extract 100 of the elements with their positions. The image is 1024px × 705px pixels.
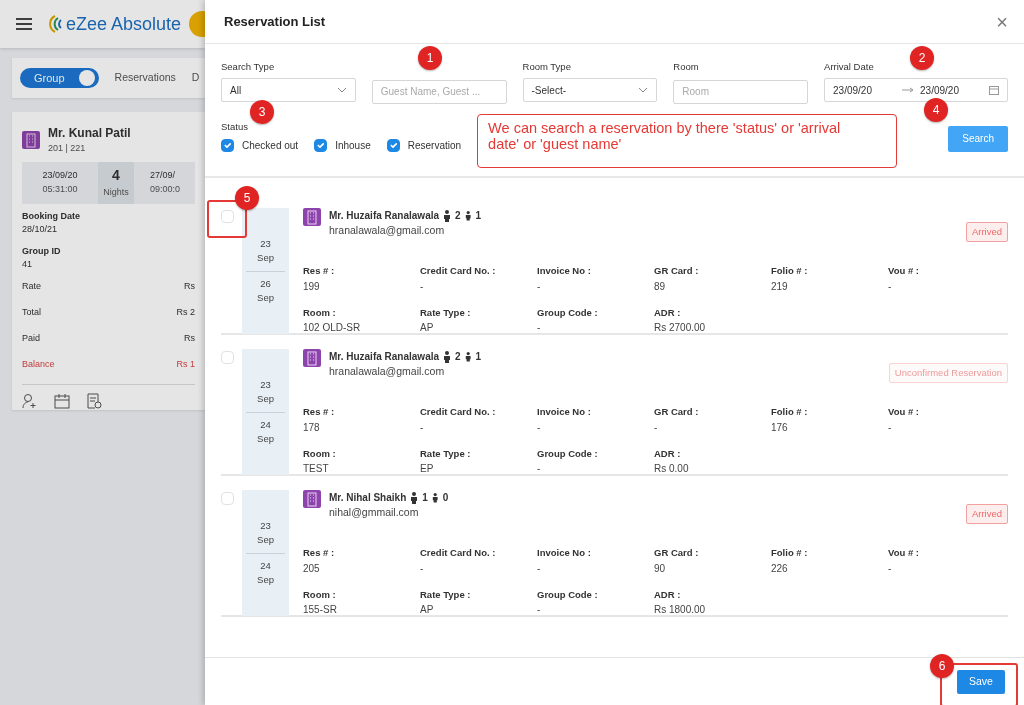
guest-name: Mr. Nihal Shaikh [329, 491, 407, 505]
child-count: 1 [475, 209, 482, 223]
adult-count: 1 [422, 491, 428, 505]
field-value: 90 [654, 561, 667, 576]
guest-name: Mr. Huzaifa Ranalawala [329, 209, 440, 223]
save-button[interactable]: Save [957, 669, 1005, 694]
field-label: Invoice No : [537, 264, 592, 279]
group-toggle[interactable]: Group [20, 67, 99, 89]
amount-value: Rs [184, 331, 195, 345]
field-label: GR Card : [654, 546, 700, 561]
marker-badge: 3 [250, 100, 274, 124]
field-label: Res # : [303, 546, 336, 561]
nights-label: Nights [103, 186, 129, 200]
checkbox-label: Checked out [242, 138, 299, 153]
child-count: 1 [475, 350, 482, 364]
field-label: Status [221, 119, 249, 134]
dropdown[interactable]: All [221, 78, 356, 102]
checkbox-label: Reservation [407, 138, 462, 153]
annotation-note: We can search a reservation by there 'status' or 'arrival date' or 'guest name' [477, 113, 898, 168]
status-badge: Unconfirmed Reservation [888, 363, 1008, 384]
dropdown[interactable]: -Select- [522, 78, 658, 102]
input-field[interactable]: Room [673, 79, 809, 104]
field-value: 178 [303, 420, 321, 435]
amount-label: Rate [22, 279, 41, 293]
marker-badge: 4 [924, 98, 948, 122]
field-label: Room : [303, 305, 337, 320]
field-label: Credit Card No. : [420, 264, 497, 279]
field-label: GR Card : [654, 405, 700, 420]
nights-count: 4 [112, 166, 120, 186]
amount-label: Total [22, 305, 41, 319]
field-value: - [654, 420, 659, 435]
guest-name: Mr. Huzaifa Ranalawala [329, 350, 440, 364]
field-value: - [888, 279, 893, 294]
marker-badge: 6 [930, 654, 954, 678]
guest-email: hranalawala@gmail.com [329, 223, 446, 238]
departure-date: 27/09/ [150, 169, 177, 182]
month-text: Sep [256, 533, 275, 548]
field-value: - [888, 561, 893, 576]
field-label: Res # : [303, 405, 336, 420]
tab[interactable]: D [191, 70, 200, 86]
field-label: Arrival Date [824, 60, 875, 74]
field-value: Rs 0.00 [654, 461, 690, 476]
field-value: - [537, 420, 542, 435]
guest-name: Mr. Kunal Patil [48, 125, 131, 142]
field-label: GR Card : [654, 264, 700, 279]
month-text: Sep [256, 392, 275, 407]
field-value: - [420, 279, 425, 294]
field-value: - [420, 561, 425, 576]
field-label: Room [673, 60, 700, 74]
field-label: Folio # : [771, 405, 809, 420]
adult-count: 2 [455, 209, 461, 223]
guest-email: hranalawala@gmail.com [329, 364, 446, 379]
field-value: 176 [771, 420, 789, 435]
field-label: Search Type [221, 60, 276, 74]
field-label: Rate Type : [420, 305, 472, 320]
app-title: eZee Absolute [66, 12, 182, 36]
close-button[interactable]: × [996, 11, 1008, 32]
field-label: Booking Date [22, 209, 81, 223]
field-value: 28/10/21 [22, 223, 59, 236]
checkbox-label: Inhouse [335, 138, 371, 153]
field-label: ADR : [654, 446, 682, 461]
field-value: 226 [771, 561, 789, 576]
adult-count: 2 [455, 350, 461, 364]
field-label: Room Type [522, 60, 572, 74]
marker-badge: 1 [418, 46, 442, 70]
arrival-date: 23/09/20 [42, 169, 78, 182]
field-value: - [888, 420, 893, 435]
day-text: 24 [259, 558, 272, 573]
field-label: Group Code : [537, 305, 599, 320]
status-badge: Arrived [965, 504, 1008, 525]
child-count: 0 [442, 491, 449, 505]
field-value: 102 OLD-SR [303, 320, 362, 335]
field-label: Vou # : [888, 264, 920, 279]
tab[interactable]: Reservations [114, 70, 176, 86]
field-label: Room : [303, 587, 337, 602]
month-text: Sep [256, 431, 275, 446]
departure-time: 09:00:0 [150, 182, 181, 196]
field-label: Invoice No : [537, 546, 592, 561]
day-text: 26 [259, 276, 272, 291]
field-label: Rate Type : [420, 446, 472, 461]
marker-badge: 5 [235, 186, 259, 210]
field-label: Rate Type : [420, 587, 472, 602]
field-label: Folio # : [771, 546, 809, 561]
field-value: AP [420, 320, 435, 335]
amount-label: Paid [22, 331, 40, 345]
amount-value: Rs 2 [176, 305, 195, 319]
month-text: Sep [256, 290, 275, 305]
day-text: 23 [259, 237, 272, 251]
input-field[interactable]: Guest Name, Guest ... [371, 79, 507, 104]
field-value: 205 [303, 561, 321, 576]
date-range-field[interactable]: 23/09/20 23/09/20 [824, 78, 1008, 102]
field-value: 41 [22, 258, 33, 271]
field-label: Group Code : [537, 446, 599, 461]
amount-label: Balance [22, 357, 55, 371]
field-value: TEST [303, 461, 330, 476]
field-label: Group Code : [537, 587, 599, 602]
field-value: - [420, 420, 425, 435]
arrival-time: 05:31:00 [42, 182, 78, 196]
guest-email: nihal@gmmail.com [329, 505, 420, 520]
field-value: EP [420, 461, 435, 476]
